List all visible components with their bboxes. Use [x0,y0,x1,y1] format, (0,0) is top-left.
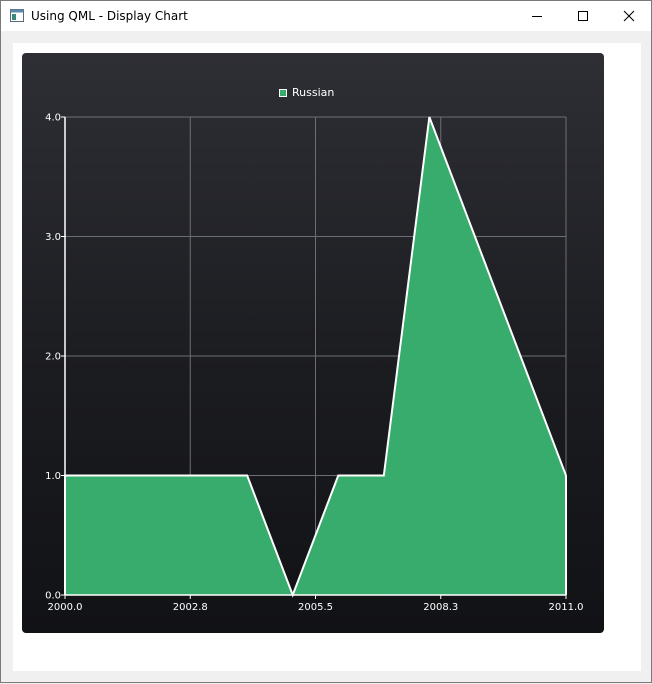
x-tick-label: 2011.0 [549,602,584,613]
y-tick-label: 3.0 [45,232,61,243]
y-tick-label: 0.0 [45,591,61,602]
area-chart: 2000.0 2002.8 2005.5 2008.3 2011.0 0.0 1.0 2.0 3… [45,113,584,614]
x-tick-label: 2008.3 [423,602,458,613]
y-tick-label: 4.0 [45,113,61,124]
x-tick-label: 2000.0 [48,602,83,613]
y-tick-label: 2.0 [45,352,61,363]
y-tick-label: 1.0 [45,471,61,482]
app-window: Using QML - Display Chart Russian 2000.0… [0,0,652,683]
x-tick-label: 2005.5 [298,602,333,613]
x-tick-label: 2002.8 [173,602,208,613]
